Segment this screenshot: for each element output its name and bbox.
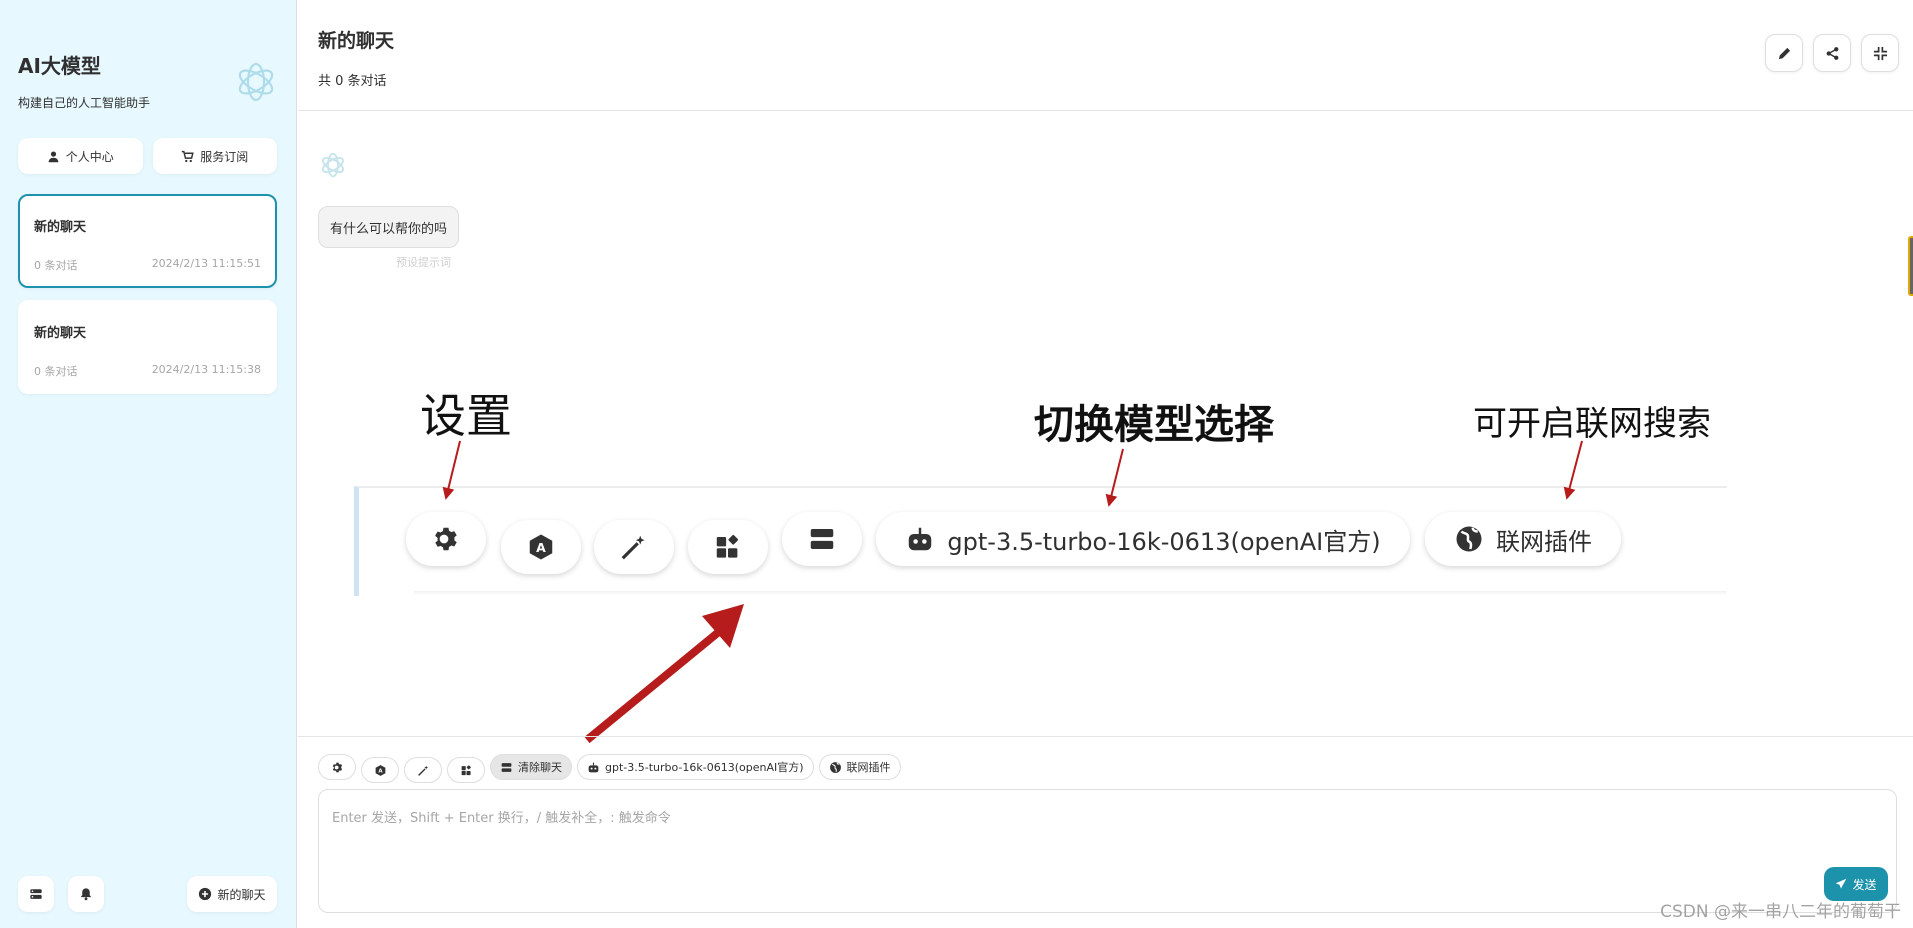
chat-list-item[interactable]: 新的聊天 0 条对话 2024/2/13 11:15:51: [18, 194, 277, 288]
chat-item-count: 0 条对话: [34, 259, 78, 272]
gear-icon: [332, 762, 342, 772]
apps-icon: [461, 764, 471, 775]
message-input[interactable]: Enter 发送，Shift + Enter 换行，/ 触发补全，: 触发命令 …: [318, 789, 1897, 913]
mask-icon: A: [375, 764, 385, 776]
chat-item-date: 2024/2/13 11:15:51: [151, 257, 261, 270]
sidebar: AI大模型 构建自己的人工智能助手 个人中心 服务订阅 新的聊天 0 条对话 2…: [0, 0, 297, 928]
bell-icon: [80, 888, 92, 901]
cart-icon: [182, 150, 194, 162]
preset-prompt-note: 预设提示词: [396, 256, 451, 269]
zoom-mask-chip: A: [501, 520, 581, 574]
new-chat-button[interactable]: 新的聊天: [187, 876, 277, 912]
chat-item-count: 0 条对话: [34, 365, 78, 378]
robot-icon: [909, 527, 932, 551]
send-button[interactable]: 发送: [1824, 867, 1888, 901]
scrollbar-thumb[interactable]: [1908, 236, 1913, 296]
clear-chat-label: 清除聊天: [518, 761, 562, 774]
web-plugin-chip[interactable]: 联网插件: [818, 754, 901, 780]
zoom-plugins-chip: [688, 520, 768, 574]
bot-message-bubble: 有什么可以帮你的吗: [318, 206, 460, 248]
collapse-button[interactable]: [1861, 34, 1899, 72]
zoom-clear-chip: [782, 512, 862, 566]
robot-icon: [588, 762, 599, 772]
chat-item-date: 2024/2/13 11:15:38: [151, 363, 261, 376]
magic-wand-icon: [621, 535, 645, 560]
app-title: AI大模型: [18, 54, 101, 78]
subscribe-button-label: 服务订阅: [200, 149, 249, 164]
subscribe-button[interactable]: 服务订阅: [152, 138, 277, 174]
annotation-settings-label: 设置: [420, 389, 512, 443]
list-icon: [810, 529, 834, 549]
web-plugin-label: 联网插件: [846, 761, 891, 774]
chat-header: 新的聊天 共 0 条对话: [298, 0, 1913, 111]
notification-button[interactable]: [68, 876, 104, 912]
send-icon: [1836, 878, 1847, 889]
zoom-model-chip: gpt-3.5-turbo-16k-0613(openAI官方): [876, 512, 1410, 566]
zoom-web-label: 联网插件: [1496, 527, 1592, 556]
annotation-web-label: 可开启联网搜索: [1473, 404, 1711, 444]
list-icon: [501, 762, 512, 772]
prompt-chip[interactable]: [404, 757, 442, 783]
clear-chat-chip[interactable]: 清除聊天: [490, 754, 572, 780]
zoom-settings-chip: [406, 512, 486, 566]
svg-text:A: A: [536, 540, 546, 555]
chat-message-count: 共 0 条对话: [318, 74, 387, 89]
zoom-web-chip: 联网插件: [1425, 512, 1621, 566]
send-button-label: 发送: [1852, 877, 1877, 892]
chat-title[interactable]: 新的聊天: [318, 26, 394, 53]
plus-circle-icon: [199, 887, 212, 901]
openai-logo-icon: [238, 62, 274, 102]
apps-icon: [716, 534, 739, 558]
magic-wand-icon: [417, 765, 428, 776]
zoomed-toolbar-divider: [414, 591, 1727, 595]
user-icon: [48, 150, 59, 162]
collapse-icon: [1873, 46, 1887, 60]
mask-icon: A: [529, 534, 553, 560]
share-icon: [1826, 46, 1838, 60]
mask-chip[interactable]: A: [361, 757, 399, 783]
chat-item-title: 新的聊天: [34, 220, 87, 235]
new-chat-label: 新的聊天: [217, 887, 266, 902]
globe-icon: [829, 761, 841, 773]
rename-button[interactable]: [1765, 34, 1803, 72]
app-subtitle: 构建自己的人工智能助手: [18, 96, 151, 110]
profile-button-label: 个人中心: [65, 149, 114, 164]
bot-avatar-icon: [322, 152, 344, 178]
message-input-placeholder: Enter 发送，Shift + Enter 换行，/ 触发补全，: 触发命令: [332, 811, 671, 826]
server-icon: [30, 889, 42, 899]
chat-list-item[interactable]: 新的聊天 0 条对话 2024/2/13 11:15:38: [18, 300, 277, 394]
chat-item-title: 新的聊天: [34, 326, 87, 341]
zoom-model-label: gpt-3.5-turbo-16k-0613(openAI官方): [947, 527, 1381, 556]
share-button[interactable]: [1813, 34, 1851, 72]
profile-button[interactable]: 个人中心: [18, 138, 143, 174]
settings-chip[interactable]: [318, 754, 356, 780]
server-settings-button[interactable]: [18, 876, 54, 912]
csdn-watermark: CSDN @来一串八二年的葡萄干: [1660, 902, 1901, 922]
edit-icon: [1778, 47, 1790, 59]
gear-icon: [435, 527, 457, 551]
plugins-chip[interactable]: [447, 757, 485, 783]
globe-icon: [1456, 526, 1482, 552]
model-select-label: gpt-3.5-turbo-16k-0613(openAI官方): [605, 761, 804, 774]
zoom-magic-chip: [594, 520, 674, 574]
annotation-model-label: 切换模型选择: [1034, 402, 1274, 448]
model-select-chip[interactable]: gpt-3.5-turbo-16k-0613(openAI官方): [577, 754, 814, 780]
